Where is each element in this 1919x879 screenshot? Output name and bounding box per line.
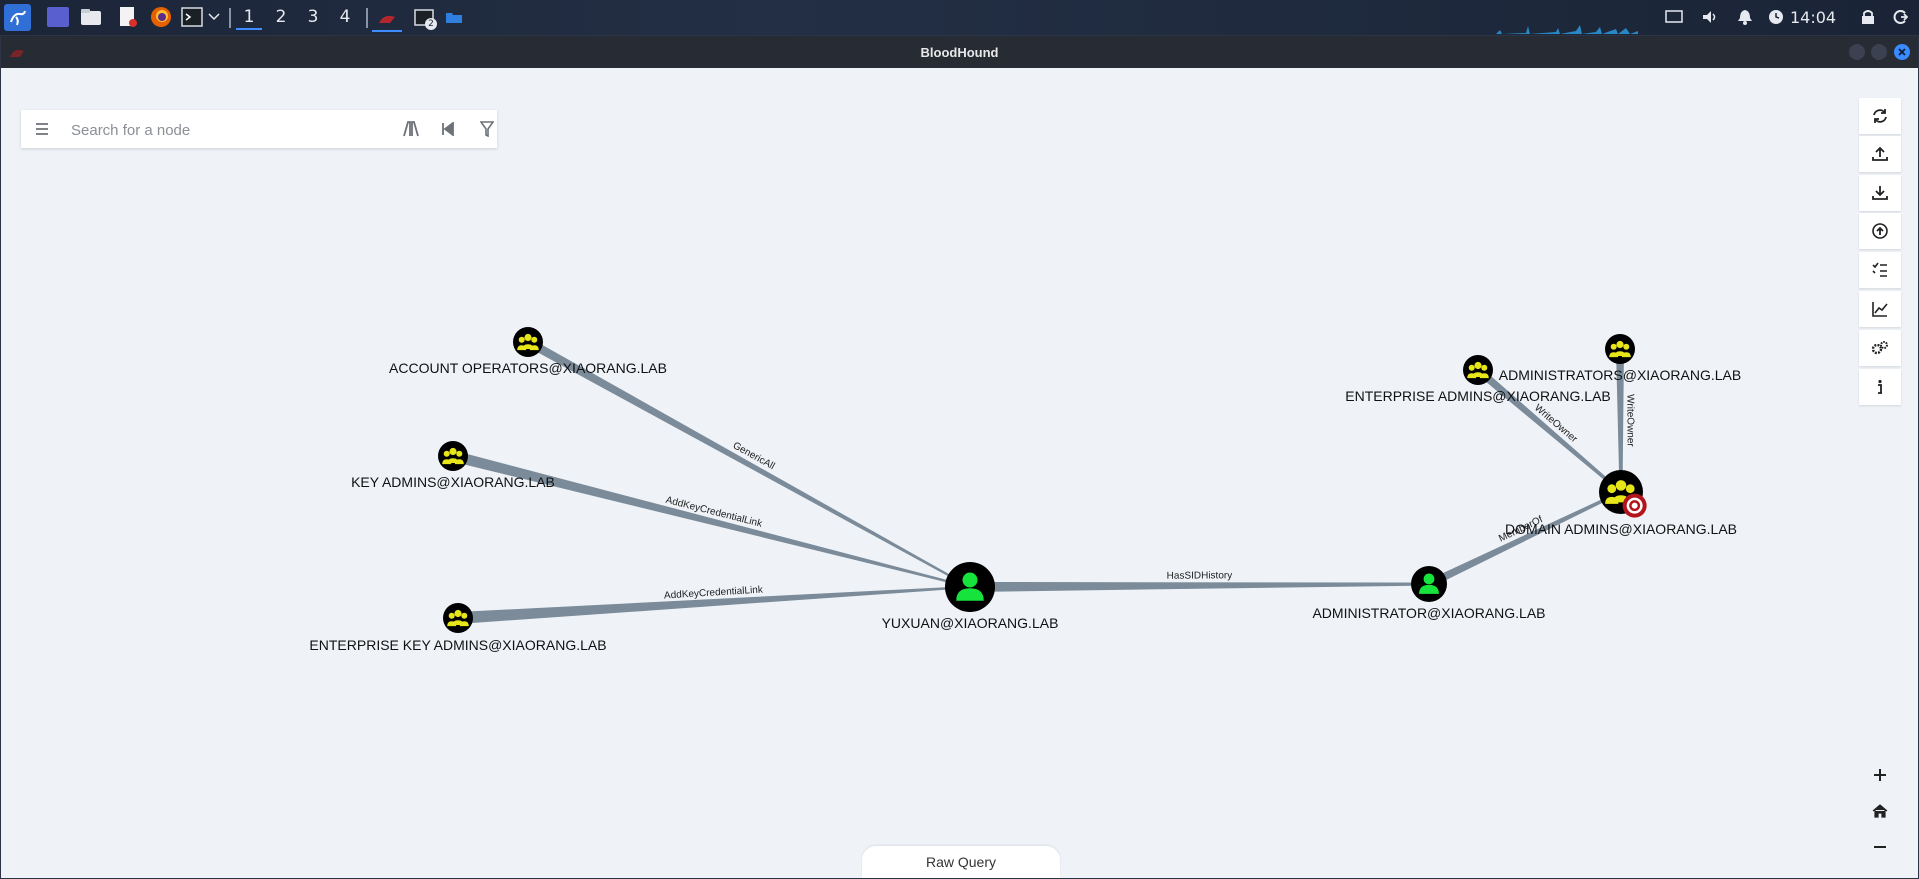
close-button[interactable] [1894, 44, 1910, 60]
taskbar-separator [366, 8, 368, 28]
export-icon [1872, 146, 1888, 161]
lock-screen-icon[interactable] [1860, 8, 1876, 26]
terminal-count-badge: 2 [425, 18, 437, 30]
window-app-icon [9, 45, 25, 59]
minimize-button[interactable] [1849, 44, 1865, 60]
workspace-4[interactable]: 4 [332, 6, 358, 28]
zoom-in-icon [1874, 769, 1886, 781]
edge-yuxuan-administrator[interactable] [969, 582, 1430, 592]
edge-label: HasSIDHistory [1167, 570, 1233, 581]
node-label: ACCOUNT OPERATORS@XIAORANG.LAB [389, 360, 667, 376]
upload-icon [1872, 223, 1888, 239]
clock-time[interactable]: 14:04 [1790, 7, 1836, 27]
volume-icon[interactable] [1700, 8, 1720, 26]
graph-canvas[interactable]: GenericAll AddKeyCredentialLink AddKeyCred… [1, 68, 1918, 878]
raw-query-toggle[interactable]: Raw Query [862, 846, 1060, 878]
terminal-icon[interactable] [181, 7, 203, 27]
about-button[interactable] [1859, 369, 1901, 405]
refresh-button[interactable] [1859, 98, 1901, 134]
display-icon[interactable] [1664, 8, 1684, 26]
node-label: ADMINISTRATORS@XIAORANG.LAB [1499, 367, 1741, 383]
show-desktop-icon[interactable] [47, 7, 69, 27]
firefox-icon[interactable] [150, 6, 172, 28]
group-node-icon[interactable] [438, 441, 468, 471]
node-administrator[interactable]: ADMINISTRATOR@XIAORANG.LAB [1312, 566, 1546, 621]
database-info-button[interactable] [1859, 291, 1901, 327]
search-bar [21, 110, 497, 148]
refresh-icon [1873, 109, 1887, 123]
node-domain_admins[interactable]: DOMAIN ADMINS@XIAORANG.LAB [1505, 470, 1737, 537]
window-title: BloodHound [920, 44, 999, 60]
edge-yuxuan-key_admins[interactable] [451, 450, 971, 588]
node-label: ENTERPRISE KEY ADMINS@XIAORANG.LAB [309, 637, 606, 653]
node-label: KEY ADMINS@XIAORANG.LAB [351, 474, 555, 490]
graph-stats-icon [1872, 302, 1888, 317]
maximize-button[interactable] [1871, 44, 1887, 60]
workspace-1[interactable]: 1 [236, 6, 262, 30]
taskbar-separator [229, 8, 231, 28]
group-node-icon[interactable] [1463, 355, 1493, 385]
node-administrators[interactable]: ADMINISTRATORS@XIAORANG.LAB [1499, 334, 1741, 383]
notifications-icon[interactable] [1736, 8, 1754, 26]
raw-query-label: Raw Query [925, 854, 997, 870]
settings-button[interactable] [1859, 330, 1901, 366]
reset-view-button[interactable] [1859, 794, 1901, 828]
zoom-out-icon [1874, 846, 1886, 848]
terminal-task-icon[interactable]: 2 [410, 6, 438, 30]
info-icon [1878, 379, 1882, 394]
zoom-out-button[interactable] [1859, 830, 1901, 864]
node-account_operators[interactable]: ACCOUNT OPERATORS@XIAORANG.LAB [389, 327, 667, 376]
group-node-icon[interactable] [513, 327, 543, 357]
import-button[interactable] [1859, 175, 1901, 211]
workspace-3[interactable]: 3 [300, 6, 326, 28]
bloodhound-task-icon[interactable] [372, 6, 402, 32]
window-titlebar[interactable]: BloodHound [1, 36, 1918, 68]
edge-label: WriteOwner [1624, 394, 1635, 447]
tasks-icon [1872, 262, 1887, 277]
group-node-icon[interactable] [1605, 334, 1635, 364]
import-icon [1872, 186, 1888, 200]
zoom-in-button[interactable] [1859, 758, 1901, 792]
file-manager-icon[interactable] [80, 8, 102, 26]
workspace-2[interactable]: 2 [268, 6, 294, 28]
graph-nodes: ACCOUNT OPERATORS@XIAORANG.LAB KEY ADMINS… [309, 327, 1741, 653]
folder-task-icon[interactable] [444, 8, 464, 26]
node-label: YUXUAN@XIAORANG.LAB [882, 615, 1059, 631]
text-editor-icon[interactable] [118, 6, 138, 28]
logout-icon[interactable] [1891, 8, 1909, 26]
node-key_admins[interactable]: KEY ADMINS@XIAORANG.LAB [351, 441, 555, 490]
export-button[interactable] [1859, 136, 1901, 172]
network-monitor-graph [1496, 22, 1638, 34]
filter-icon[interactable] [476, 118, 498, 140]
settings-icon [1871, 341, 1888, 355]
bloodhound-window: BloodHound GenericAll AddKeyCredentialLin… [0, 35, 1919, 879]
back-icon[interactable] [437, 118, 459, 140]
edge-administrator-domain_admins[interactable] [1427, 490, 1622, 588]
kali-menu-icon[interactable] [4, 4, 31, 31]
node-label: ENTERPRISE ADMINS@XIAORANG.LAB [1345, 388, 1611, 404]
graph-edges: GenericAllAddKeyCredentialLinkAddKeyCred… [451, 338, 1636, 624]
taskbar: 1 2 3 4 2 14:04 [0, 0, 1919, 35]
queue-tasks-button[interactable] [1859, 252, 1901, 288]
upload-button[interactable] [1859, 213, 1901, 249]
pathfinding-icon[interactable] [399, 118, 421, 140]
node-label: DOMAIN ADMINS@XIAORANG.LAB [1505, 521, 1737, 537]
search-input[interactable] [69, 118, 393, 142]
hamburger-menu-icon[interactable] [31, 118, 53, 140]
graph-svg[interactable]: GenericAllAddKeyCredentialLinkAddKeyCred… [1, 68, 1918, 878]
group-node-icon[interactable] [443, 603, 473, 633]
node-label: ADMINISTRATOR@XIAORANG.LAB [1312, 605, 1545, 621]
home-icon [1872, 804, 1888, 818]
edge-enterprise_admins-domain_admins[interactable] [1475, 366, 1622, 494]
clock-icon [1768, 9, 1784, 25]
chevron-down-icon[interactable] [207, 10, 221, 24]
